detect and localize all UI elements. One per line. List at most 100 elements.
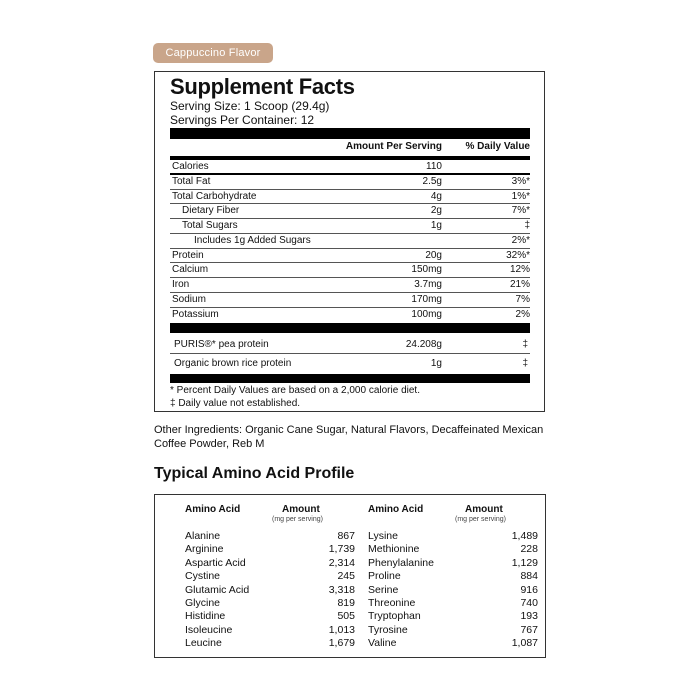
amino-profile-title: Typical Amino Acid Profile <box>154 465 355 482</box>
amino-value: 228 <box>520 543 538 556</box>
amino-profile-panel: Amino Acid Amount (mg per serving) Amino… <box>154 494 546 658</box>
amino-list-right: Lysine 1,489 Methionine 228 Phenylalanine 1… <box>368 530 538 651</box>
amino-value: 740 <box>520 596 538 609</box>
amino-value: 1,013 <box>328 623 355 636</box>
amino-name: Alanine <box>185 530 221 542</box>
servings-per-container: Servings Per Container: 12 <box>170 113 315 127</box>
nutrient-name: Includes 1g Added Sugars <box>194 234 311 246</box>
amino-value: 767 <box>520 623 538 636</box>
nutrient-dv: 7% <box>515 293 530 305</box>
protein-blend-rows: PURIS®* pea protein 24.208g ‡ Organic br… <box>170 335 530 373</box>
nutrient-row-total-sugars: Total Sugars 1g ‡ <box>170 219 530 234</box>
amino-name: Methionine <box>368 543 420 556</box>
daily-value-header: % Daily Value <box>465 141 530 152</box>
amino-name: Tryptophan <box>368 610 421 623</box>
amino-name: Glycine <box>185 596 221 609</box>
amino-acid-header-right: Amino Acid <box>368 504 424 515</box>
amino-row: Isoleucine 1,013 <box>185 624 355 637</box>
amino-value: 884 <box>520 570 538 583</box>
amino-row: Glutamic Acid 3,318 <box>185 584 355 597</box>
amino-value: 505 <box>337 610 355 623</box>
amino-row: Serine 916 <box>368 584 538 597</box>
supplement-facts-panel: Supplement Facts Serving Size: 1 Scoop (… <box>154 71 545 412</box>
amino-name: Tyrosine <box>368 623 408 636</box>
amino-row: Histidine 505 <box>185 610 355 623</box>
nutrient-name: Sodium <box>172 293 206 305</box>
nutrient-amount: 110 <box>426 161 442 172</box>
amino-row: Arginine 1,739 <box>185 543 355 556</box>
nutrient-amount: 100mg <box>411 308 442 320</box>
nutrient-dv: 32%* <box>506 249 530 261</box>
nutrient-rows: Calories 110 Total Fat 2.5g 3%* Total Ca… <box>170 160 530 322</box>
amount-header-left: Amount <box>282 504 320 515</box>
thick-divider-bottom <box>170 374 530 383</box>
nutrient-row-calories: Calories 110 <box>170 160 530 175</box>
nutrient-dv: 1%* <box>511 190 530 202</box>
nutrient-name: Iron <box>172 279 190 290</box>
amino-name: Threonine <box>368 596 416 609</box>
amino-value: 1,129 <box>511 556 538 569</box>
nutrient-name: Total Fat <box>172 175 211 187</box>
amino-row: Alanine 867 <box>185 530 355 543</box>
amino-row: Threonine 740 <box>368 597 538 610</box>
protein-row-pea: PURIS®* pea protein 24.208g ‡ <box>170 335 530 354</box>
nutrient-name: Calories <box>172 161 209 172</box>
nutrient-row-dietary-fiber: Dietary Fiber 2g 7%* <box>170 204 530 219</box>
protein-dv: ‡ <box>522 358 528 369</box>
amino-name: Lysine <box>368 530 398 542</box>
nutrient-amount: 20g <box>425 249 442 261</box>
amino-acid-header-left: Amino Acid <box>185 504 241 515</box>
amino-row: Tyrosine 767 <box>368 624 538 637</box>
amino-value: 245 <box>337 570 355 583</box>
amount-header-right: Amount <box>465 504 503 515</box>
nutrient-dv: 3%* <box>511 175 530 187</box>
amino-name: Serine <box>368 583 399 596</box>
nutrient-name: Total Sugars <box>182 220 238 231</box>
nutrient-amount: 150mg <box>411 264 442 276</box>
amino-value: 819 <box>337 596 355 609</box>
nutrient-amount: 2.5g <box>422 175 442 187</box>
amino-name: Isoleucine <box>185 623 233 636</box>
other-ingredients: Other Ingredients: Organic Cane Sugar, N… <box>154 424 544 450</box>
nutrient-dv: 2%* <box>511 234 530 246</box>
unit-header-right: (mg per serving) <box>455 516 506 523</box>
nutrient-amount: 2g <box>430 205 442 217</box>
nutrient-dv: 12% <box>509 264 530 276</box>
nutrient-dv: 7%* <box>511 205 530 217</box>
protein-name: PURIS®* pea protein <box>174 339 269 350</box>
amino-name: Cystine <box>185 570 221 583</box>
amino-row: Leucine 1,679 <box>185 637 355 650</box>
nutrient-row-sodium: Sodium 170mg 7% <box>170 293 530 308</box>
nutrient-row-calcium: Calcium 150mg 12% <box>170 263 530 278</box>
nutrient-row-total-fat: Total Fat 2.5g 3%* <box>170 175 530 190</box>
amino-value: 1,087 <box>511 637 538 650</box>
nutrient-dv: ‡ <box>524 220 530 231</box>
amino-value: 916 <box>520 583 538 596</box>
amino-name: Leucine <box>185 637 222 650</box>
thick-divider-top <box>170 128 530 139</box>
nutrient-row-total-carbohydrate: Total Carbohydrate 4g 1%* <box>170 190 530 205</box>
amino-value: 193 <box>520 610 538 623</box>
amino-name: Proline <box>368 570 401 583</box>
serving-size: Serving Size: 1 Scoop (29.4g) <box>170 99 330 113</box>
amino-row: Methionine 228 <box>368 543 538 556</box>
nutrient-name: Protein <box>172 249 204 261</box>
protein-amount: 24.208g <box>405 339 442 350</box>
amino-row: Aspartic Acid 2,314 <box>185 557 355 570</box>
nutrient-name: Potassium <box>172 308 219 320</box>
amino-value: 1,489 <box>511 530 538 542</box>
nutrient-row-potassium: Potassium 100mg 2% <box>170 308 530 323</box>
amino-value: 2,314 <box>328 556 355 569</box>
amino-row: Phenylalanine 1,129 <box>368 557 538 570</box>
amino-value: 867 <box>337 530 355 542</box>
amino-name: Valine <box>368 637 397 650</box>
amino-row: Cystine 245 <box>185 570 355 583</box>
nutrient-amount: 1g <box>430 220 442 231</box>
amino-value: 1,739 <box>328 543 355 556</box>
protein-dv: ‡ <box>522 339 528 350</box>
unit-header-left: (mg per serving) <box>272 516 323 523</box>
protein-amount: 1g <box>430 358 442 369</box>
protein-name: Organic brown rice protein <box>174 358 292 369</box>
nutrient-row-protein: Protein 20g 32%* <box>170 249 530 264</box>
amino-name: Aspartic Acid <box>185 556 246 569</box>
